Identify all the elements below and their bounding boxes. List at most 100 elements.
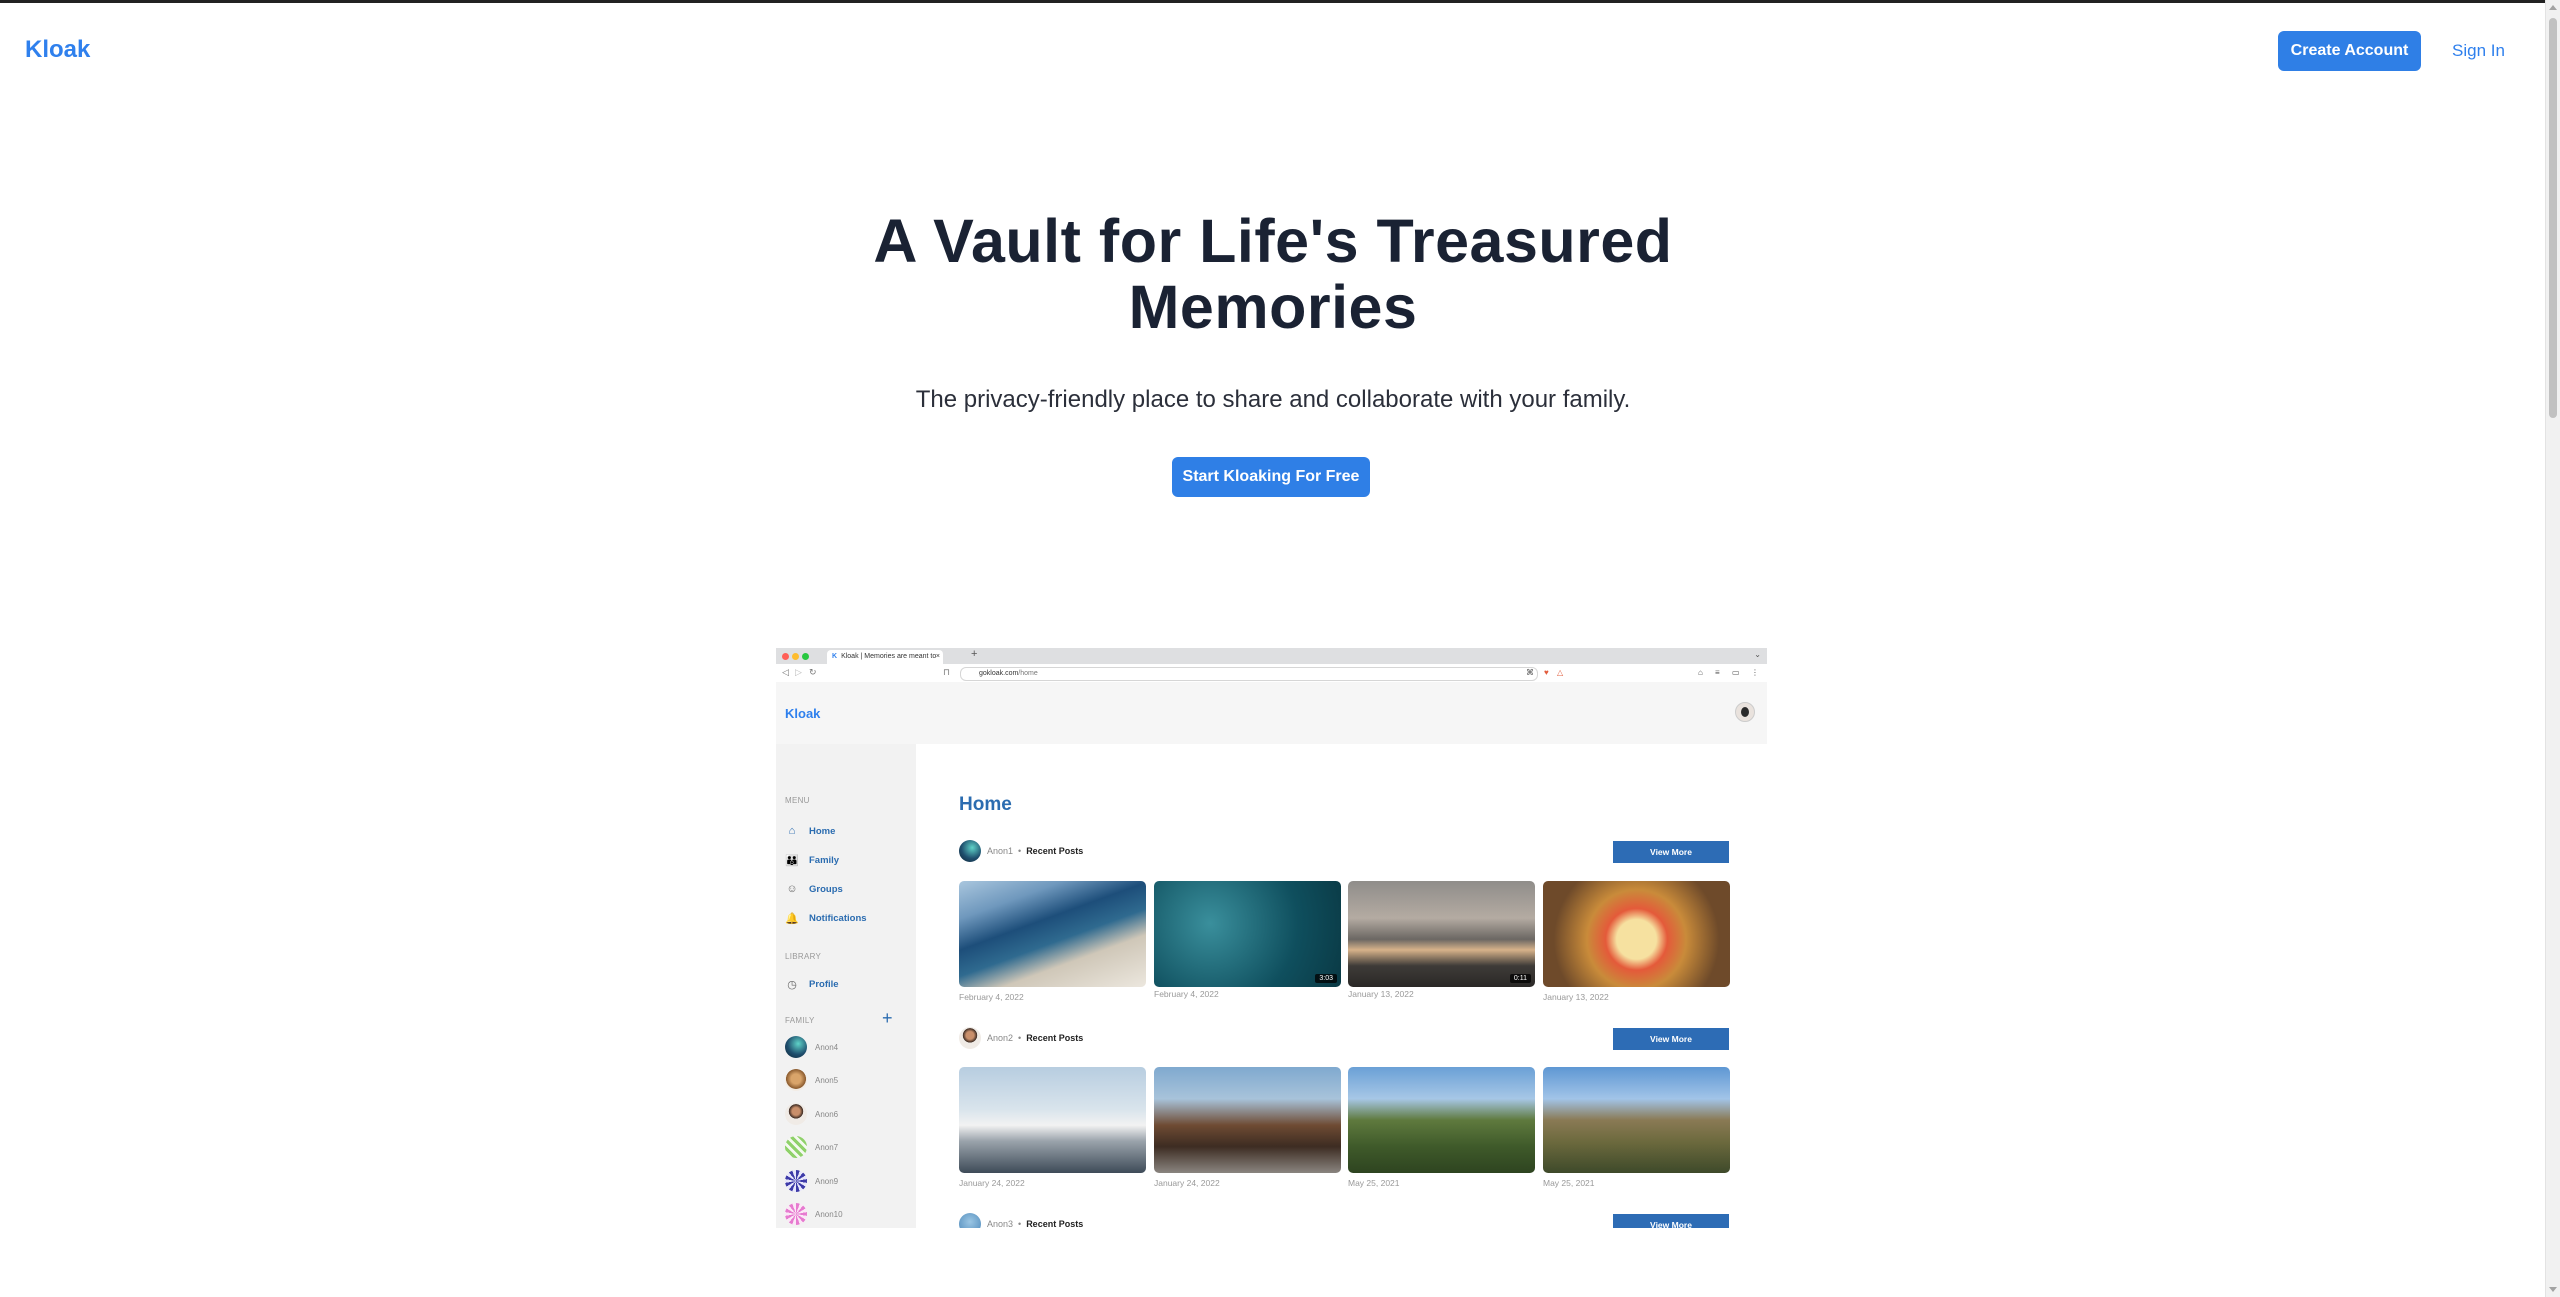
family-member: Anon6 [785,1103,838,1125]
section-user-name: Anon2 [987,1033,1014,1043]
groups-icon: ☺ [786,883,798,895]
minimize-window-dot [792,653,799,660]
close-window-dot [782,653,789,660]
scroll-up-arrow-icon[interactable] [2549,5,2557,10]
app-header: Kloak [776,682,1767,744]
sidebar-item-label: Groups [809,883,843,895]
post-date: January 13, 2022 [1348,989,1414,999]
sidebar-item-groups: ☺ Groups [785,882,843,896]
user-avatar [1735,702,1755,722]
url-path: /home [1018,670,1038,677]
member-name: Anon9 [815,1176,839,1186]
view-more-button: View More [1613,1214,1729,1228]
video-duration: 3:03 [1315,974,1337,983]
maximize-window-dot [802,653,809,660]
separator-dot: • [1018,846,1022,856]
reading-list-icon: ≡ [1715,668,1720,677]
forward-arrow-icon: ▷ [795,667,802,677]
hero-title-line-2: Memories [1128,273,1418,341]
section-user-name: Anon1 [987,846,1014,856]
menu-heading: MENU [785,796,810,805]
app-brand-logo: Kloak [785,706,821,721]
post-date: January 13, 2022 [1543,992,1609,1002]
sidebar-item-home: ⌂ Home [785,824,836,838]
section-avatar [959,840,981,862]
member-name: Anon4 [815,1042,839,1052]
family-icon: 👪 [785,854,799,867]
family-member: Anon5 [785,1069,838,1091]
member-avatar [785,1170,807,1192]
video-duration: 0:11 [1509,974,1531,983]
browser-tab: K Kloak | Memories are meant to × [827,650,943,664]
post-date: January 24, 2022 [959,1178,1025,1188]
family-member: Anon4 [785,1036,838,1058]
clock-icon: ◷ [787,978,797,991]
post-thumbnail [1543,881,1730,987]
sidebar-item-label: Family [809,854,840,866]
separator-dot: • [1018,1033,1022,1043]
recent-posts-label: Recent Posts [1026,846,1084,856]
member-avatar [785,1069,807,1091]
app-sidebar: MENU ⌂ Home 👪 Family ☺ Groups 🔔 Notification… [776,744,916,1228]
home-icon: ⌂ [788,825,796,837]
sidebar-item-notifications: 🔔 Notifications [785,911,867,925]
section-header: Anon1 • Recent Posts [959,840,1083,862]
create-account-button[interactable]: Create Account [2278,31,2421,71]
sidebar-item-family: 👪 Family [785,853,839,867]
sidebar-item-label: Home [809,825,836,837]
bell-icon: 🔔 [785,912,799,925]
member-name: Anon5 [815,1075,839,1085]
tab-close-icon: × [935,653,940,660]
post-thumbnail: 3:03 [1154,881,1341,987]
sidebar-item-label: Notifications [809,912,867,924]
sidebar-item-profile: ◷ Profile [785,977,839,991]
back-arrow-icon: ◁ [782,667,789,677]
post-date: February 4, 2022 [1154,989,1219,999]
family-member: Anon10 [785,1203,843,1225]
wallet-icon: ▭ [1732,668,1740,677]
post-date: January 24, 2022 [1154,1178,1220,1188]
product-screenshot: K Kloak | Memories are meant to × + ⌄ ◁ ▷… [776,648,1767,1228]
member-avatar [785,1103,807,1125]
new-tab-icon: + [971,648,978,660]
post-date: May 25, 2021 [1543,1178,1595,1188]
address-field: gokloak.com/home [960,667,1538,681]
section-header: Anon2 • Recent Posts [959,1027,1083,1049]
reload-icon: ↻ [809,667,817,677]
bookmark-icon: ⊓ [943,667,951,677]
member-avatar [785,1203,807,1225]
rewards-triangle-icon: △ [1557,668,1564,677]
separator-dot: • [1018,1219,1022,1228]
member-name: Anon7 [815,1142,839,1152]
tab-list-chevron-icon: ⌄ [1754,650,1761,659]
hero-title-line-1: A Vault for Life's Treasured [873,207,1673,275]
family-member: Anon7 [785,1136,838,1158]
member-name: Anon6 [815,1109,839,1119]
section-avatar [959,1027,981,1049]
sidebar-item-label: Profile [809,978,839,990]
top-edge-line [0,0,2546,3]
family-heading: FAMILY [785,1016,815,1025]
sign-in-link[interactable]: Sign In [2452,41,2505,61]
section-header: Anon3 • Recent Posts [959,1213,1083,1228]
post-thumbnail [1154,1067,1341,1173]
home-browser-icon: ⌂ [1698,668,1703,677]
post-date: May 25, 2021 [1348,1178,1400,1188]
recent-posts-label: Recent Posts [1026,1219,1084,1228]
library-heading: LIBRARY [785,952,822,961]
section-avatar [959,1213,981,1228]
add-family-icon: + [882,1008,893,1028]
section-user-name: Anon3 [987,1219,1014,1228]
post-thumbnail [959,1067,1146,1173]
post-thumbnail [1543,1067,1730,1173]
scrollbar-thumb[interactable] [2549,18,2557,418]
browser-address-row: ◁ ▷ ↻ ⊓ gokloak.com/home ⌘ ♥ △ ⌂ ≡ ▭ ⋮ [776,664,1767,683]
brand-logo[interactable]: Kloak [25,36,90,64]
page-scrollbar[interactable] [2545,0,2560,1297]
post-thumbnail [1348,1067,1535,1173]
start-kloaking-button[interactable]: Start Kloaking For Free [1172,457,1370,497]
browser-menu-icon: ⋮ [1751,668,1759,677]
scroll-down-arrow-icon[interactable] [2549,1287,2557,1292]
post-thumbnail [959,881,1146,987]
post-thumbnail: 0:11 [1348,881,1535,987]
